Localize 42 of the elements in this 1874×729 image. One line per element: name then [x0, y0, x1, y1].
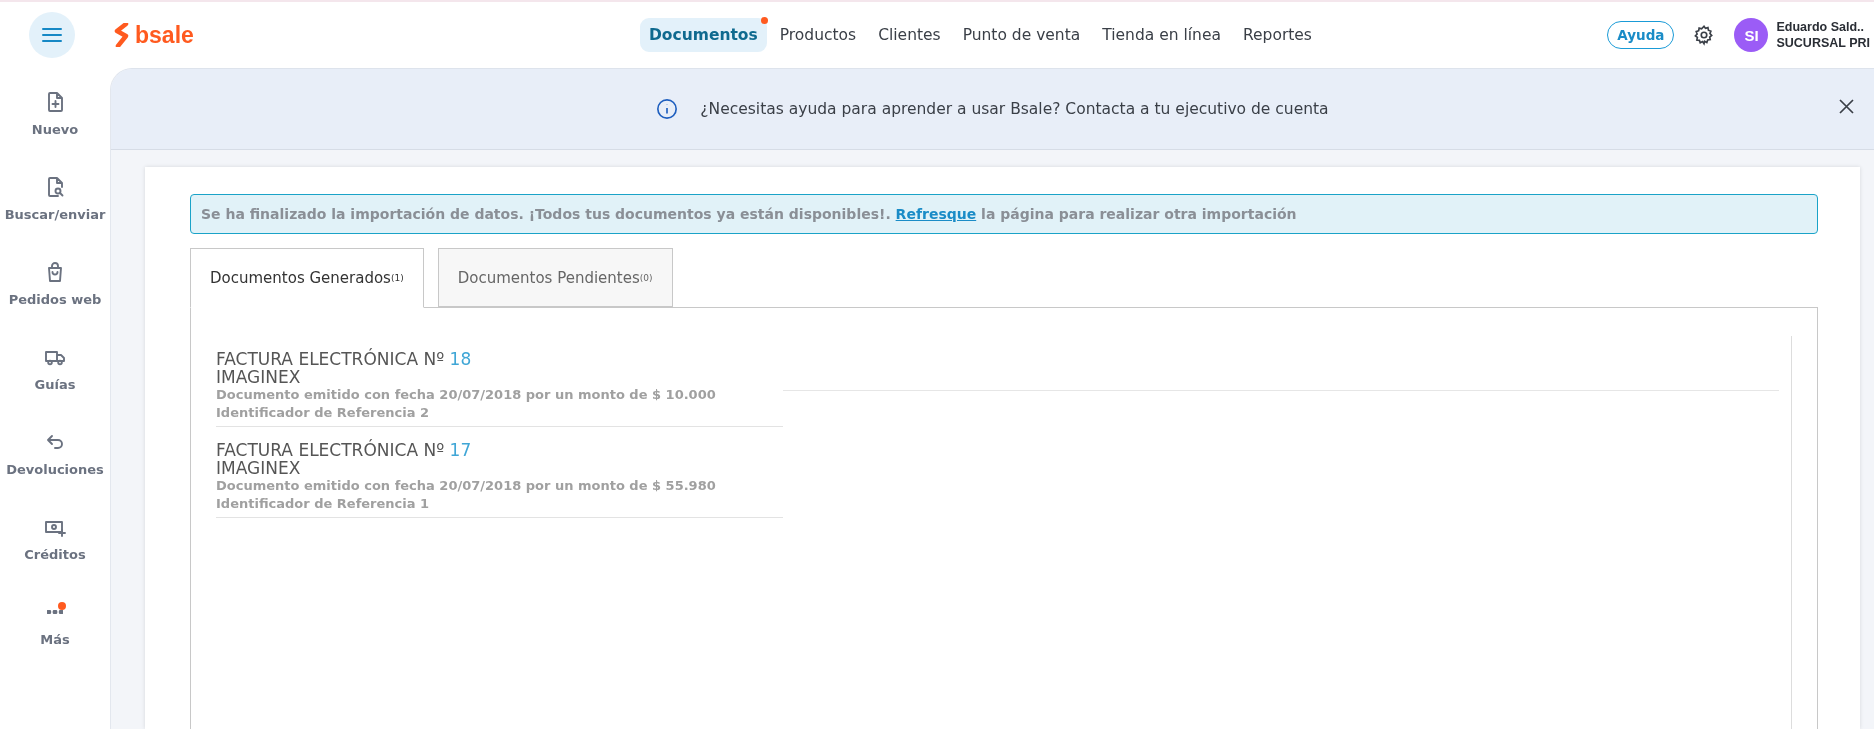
sidebar-item[interactable]: Buscar/enviar — [1, 175, 109, 222]
refresh-link[interactable]: Refresque — [895, 206, 977, 222]
help-button[interactable]: Ayuda — [1607, 21, 1675, 49]
sidebar-item[interactable]: Devoluciones — [1, 430, 109, 477]
reference-text: Identificador de Referencia 1 — [216, 495, 431, 513]
sidebar-item[interactable]: Guías — [1, 345, 109, 392]
nav-tab[interactable]: Punto de venta — [953, 18, 1090, 52]
document-title: FACTURA ELECTRÓNICA Nº 17 — [216, 441, 473, 459]
document-item[interactable]: FACTURA ELECTRÓNICA Nº 18 IMAGINEX Documento emitido con fecha 20/07/2018 por un monto de $ 10.000 Identificador de Referencia 2 — [216, 336, 783, 427]
document-detail: Documento emitido con fecha 20/07/2018 por un monto de $ 10.000 — [216, 386, 717, 404]
close-button[interactable] — [1837, 97, 1856, 116]
close-icon — [1839, 99, 1854, 114]
client-name: IMAGINEX — [216, 459, 302, 477]
branch-name: SUCURSAL PRI — [1776, 35, 1870, 51]
document-detail: Documento emitido con fecha 20/07/2018 por un monto de $ 55.980 — [216, 477, 717, 495]
nav-tab[interactable]: Clientes — [869, 18, 950, 52]
sidebar-item[interactable]: Nuevo — [1, 90, 109, 137]
nav-tab[interactable]: Documentos — [640, 18, 767, 52]
nav-tab[interactable]: Tienda en línea — [1093, 18, 1230, 52]
menu-button[interactable] — [29, 12, 75, 58]
alert-message: Se ha finalizado la importación de datos. ¡Todos tus documentos ya están disponibles!. Refresque la página para realizar otra importación — [201, 206, 1297, 222]
sidebar-item[interactable]: Pedidos web — [1, 260, 109, 307]
sidebar-item[interactable]: Créditos — [1, 515, 109, 562]
reference-text: Identificador de Referencia 2 — [216, 404, 431, 422]
user-name: Eduardo Sald.. — [1776, 19, 1865, 35]
logo-icon — [114, 23, 131, 47]
document-title: FACTURA ELECTRÓNICA Nº 18 — [216, 350, 473, 368]
client-name: IMAGINEX — [216, 368, 302, 386]
more-dots-icon — [47, 610, 63, 614]
nav-tab[interactable]: Productos — [770, 18, 866, 52]
banner-text: ¿Necesitas ayuda para aprender a usar Bsale? Contacta a tu ejecutivo de cuenta — [700, 100, 1329, 118]
bsale-logo[interactable]: bsale — [114, 21, 194, 49]
sidebar-item[interactable]: Más — [1, 600, 109, 647]
menu-icon — [42, 27, 62, 43]
info-icon — [656, 98, 679, 120]
tab[interactable]: Documentos Pendientes$^{(0)}$ — [437, 248, 673, 307]
tab[interactable]: Documentos Generados$^{(1)}$ — [190, 248, 424, 308]
settings-icon[interactable] — [1693, 24, 1716, 46]
nav-tab[interactable]: Reportes — [1233, 18, 1321, 52]
logo-text: bsale — [135, 21, 194, 49]
user-avatar[interactable]: SI — [1734, 18, 1769, 52]
document-item[interactable]: FACTURA ELECTRÓNICA Nº 17 IMAGINEX Documento emitido con fecha 20/07/2018 por un monto de $ 55.980 Identificador de Referencia 1 — [216, 427, 783, 518]
